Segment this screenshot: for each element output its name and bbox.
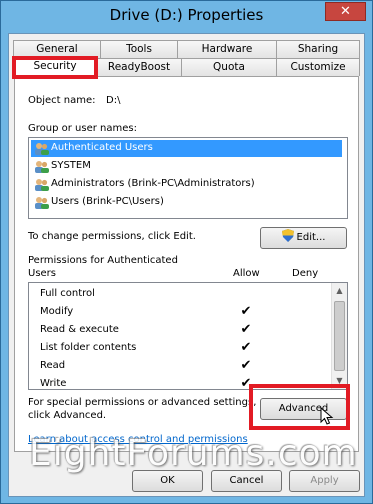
permissions-title-line2: Users <box>28 268 57 279</box>
allow-check: ✔ <box>240 358 252 373</box>
change-permissions-hint: To change permissions, click Edit. <box>28 231 196 242</box>
close-button[interactable]: ✕ <box>325 2 366 21</box>
scroll-thumb[interactable] <box>334 301 345 371</box>
edit-button-label: Edit... <box>296 232 326 243</box>
mouse-cursor-icon <box>320 407 334 425</box>
tab-quota[interactable]: Quota <box>181 58 277 76</box>
permission-row-full-control: Full control <box>29 285 329 303</box>
permissions-list: Full control Modify ✔ Read & execute ✔ L… <box>28 282 348 390</box>
allow-check: ✔ <box>240 340 252 355</box>
permission-name: List folder contents <box>40 342 137 353</box>
tab-sharing[interactable]: Sharing <box>276 40 360 58</box>
window-title: Drive (D:) Properties <box>109 6 264 24</box>
list-item-authenticated-users[interactable]: Authenticated Users <box>31 140 342 157</box>
object-name-value: D:\ <box>106 95 121 106</box>
list-item-label: Users (Brink-PC\Users) <box>51 196 164 207</box>
list-item-label: SYSTEM <box>51 160 91 171</box>
watermark: EightForums.com <box>29 433 358 474</box>
tab-hardware[interactable]: Hardware <box>177 40 277 58</box>
permission-name: Full control <box>40 288 95 299</box>
permission-name: Read <box>40 360 66 371</box>
users-group-icon <box>35 197 49 209</box>
security-tab-highlight <box>12 56 98 79</box>
tab-customize[interactable]: Customize <box>276 58 360 76</box>
users-group-icon <box>35 161 49 173</box>
allow-check: ✔ <box>240 322 252 337</box>
users-group-icon <box>35 143 49 155</box>
list-item-system[interactable]: SYSTEM <box>31 158 342 175</box>
allow-column-header: Allow <box>233 268 260 279</box>
permission-row-read: Read ✔ <box>29 357 329 375</box>
group-names-label: Group or user names: <box>28 123 137 134</box>
deny-column-header: Deny <box>292 268 319 279</box>
uac-shield-icon <box>281 229 294 242</box>
object-name-label: Object name: <box>28 95 96 106</box>
list-item-label: Authenticated Users <box>51 142 153 153</box>
tab-readyboost[interactable]: ReadyBoost <box>96 58 182 76</box>
permission-row-modify: Modify ✔ <box>29 303 329 321</box>
permissions-title-line1: Permissions for Authenticated <box>28 255 178 266</box>
permission-name: Modify <box>40 306 74 317</box>
permissions-scrollbar[interactable]: ▲ ▼ <box>331 283 347 389</box>
special-permissions-line1: For special permissions or advanced sett… <box>28 397 257 408</box>
group-user-list[interactable]: Authenticated Users SYSTEM Administrator… <box>28 137 348 219</box>
special-permissions-line2: click Advanced. <box>28 410 107 421</box>
list-item-label: Administrators (Brink-PC\Administrators) <box>51 178 255 189</box>
permission-row-read-execute: Read & execute ✔ <box>29 321 329 339</box>
list-item-users[interactable]: Users (Brink-PC\Users) <box>31 194 342 211</box>
permission-name: Write <box>40 378 67 389</box>
tab-tools[interactable]: Tools <box>100 40 178 58</box>
list-item-administrators[interactable]: Administrators (Brink-PC\Administrators) <box>31 176 342 193</box>
scroll-up-arrow-icon[interactable]: ▲ <box>332 283 347 299</box>
advanced-button-highlight <box>249 384 350 430</box>
users-group-icon <box>35 179 49 191</box>
permission-name: Read & execute <box>40 324 119 335</box>
allow-check: ✔ <box>240 304 252 319</box>
properties-window: Drive (D:) Properties ✕ General Tools Ha… <box>0 0 373 504</box>
permission-row-list-folder: List folder contents ✔ <box>29 339 329 357</box>
title-bar[interactable]: Drive (D:) Properties ✕ <box>1 1 372 33</box>
edit-button[interactable]: Edit... <box>260 227 347 249</box>
